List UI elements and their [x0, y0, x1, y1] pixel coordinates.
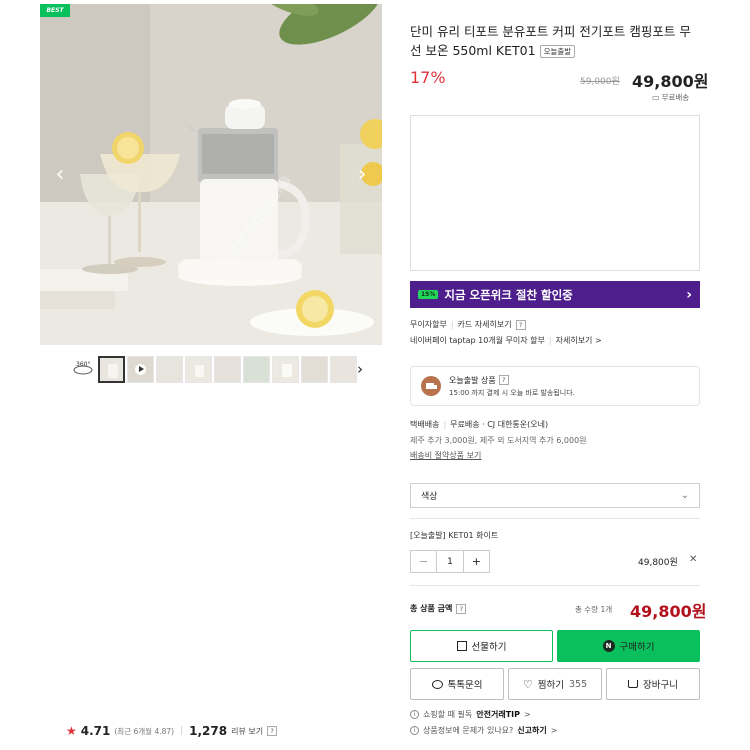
original-price: 59,000원 — [580, 77, 620, 87]
ad-placeholder — [410, 115, 700, 271]
option-item-price: 49,800원 — [638, 558, 678, 568]
report-line: i 상품정보에 문제가 있나요? 신고하기 > — [410, 725, 557, 736]
play-icon — [139, 365, 144, 372]
safe-trade-link[interactable]: 안전거래TIP — [476, 709, 520, 720]
promo-banner[interactable]: 15% 지금 오픈위크 절찬 할인중 › — [410, 281, 700, 308]
total-price: 49,800원 — [630, 602, 707, 621]
total-label: 총 상품 금액 — [410, 604, 453, 613]
thumbnail-item[interactable] — [272, 355, 299, 383]
prev-image-arrow-icon[interactable]: ‹ — [50, 164, 70, 186]
product-photo-illustration: kimcomnara — [40, 4, 382, 345]
wish-label: 찜하기 — [537, 680, 564, 691]
discount-rate: 17% — [410, 68, 446, 87]
heart-icon: ♡ — [522, 677, 533, 691]
thumbnail-item[interactable] — [214, 355, 241, 383]
shipping-extra: 제주 추가 3,000원, 제주 외 도서지역 추가 6,000원 — [410, 436, 587, 445]
thumbnail-next-arrow-icon[interactable]: › — [357, 360, 363, 378]
divider — [410, 518, 700, 519]
installment-label: 무이자할부 — [410, 320, 447, 329]
gift-button[interactable]: 선물하기 — [410, 630, 553, 662]
cart-label: 장바구니 — [643, 680, 678, 691]
thumbnail-item[interactable] — [185, 355, 212, 383]
report-link[interactable]: 신고하기 — [517, 725, 546, 736]
total-count: 총 수량 1개 — [575, 605, 613, 614]
card-detail-link[interactable]: 카드 자세히보기 — [458, 319, 512, 330]
thumbnail-item-video[interactable] — [127, 355, 154, 383]
wish-button[interactable]: ♡ 찜하기 355 — [508, 668, 602, 700]
review-count[interactable]: 1,278 — [189, 724, 227, 738]
quantity-plus-button[interactable]: + — [464, 551, 489, 572]
promo-chip: 15% — [418, 290, 439, 299]
safe-trade-line: i 쇼핑할 때 필독 안전거래TIP > — [410, 709, 531, 720]
installment-line: 무이자할부 | 카드 자세히보기 ? — [410, 319, 526, 330]
info-icon: i — [410, 710, 419, 719]
talk-inquiry-label: 톡톡문의 — [447, 680, 483, 691]
naverpay-detail-link[interactable]: 자세히보기 > — [556, 335, 602, 346]
today-delivery-box: 오늘출발 상품 ? 15:00 까지 결제 시 오늘 바로 발송됩니다. — [410, 366, 700, 406]
sale-price: 49,800원 — [632, 72, 709, 91]
gift-button-label: 선물하기 — [471, 642, 507, 653]
selected-option-name: [오늘출발] KET01 화이트 — [410, 531, 499, 540]
installment-help-icon[interactable]: ? — [515, 319, 526, 330]
option-placeholder: 색상 — [421, 492, 438, 502]
cart-button[interactable]: 장바구니 — [606, 668, 700, 700]
product-title: 단미 유리 티포트 분유포트 커피 전기포트 캠핑포트 무선 보온 550ml … — [410, 22, 700, 60]
chevron-right-icon: › — [686, 286, 692, 303]
view-360-button[interactable]: 360° — [72, 361, 94, 377]
quantity-minus-button[interactable]: − — [411, 551, 436, 572]
info-icon: i — [410, 726, 419, 735]
review-help-icon[interactable]: ? — [267, 726, 278, 736]
star-icon: ★ — [66, 724, 77, 738]
rating-recent: (최근 6개월 4.87) — [114, 726, 175, 736]
cart-icon — [628, 680, 639, 688]
next-image-arrow-icon[interactable]: › — [352, 164, 372, 186]
chat-bubble-icon — [431, 679, 443, 689]
buy-button-label: 구매하기 — [619, 642, 655, 653]
naverpay-label: 네이버페이 taptap 10개월 무이자 할부 — [410, 336, 545, 345]
rating-summary: ★ 4.71 (최근 6개월 4.87) | 1,278 리뷰 보기 ? — [66, 722, 278, 740]
view-360-label: 360° — [76, 361, 91, 368]
safe-trade-text: 쇼핑할 때 필독 — [423, 710, 473, 719]
delivery-help-icon[interactable]: ? — [498, 375, 509, 385]
talk-inquiry-button[interactable]: 톡톡문의 — [410, 668, 504, 700]
gift-icon — [456, 641, 467, 651]
thumbnail-item[interactable] — [330, 355, 357, 383]
delivery-truck-icon — [421, 376, 441, 396]
review-link[interactable]: 리뷰 보기 — [231, 726, 263, 737]
thumbnail-item[interactable] — [98, 355, 125, 383]
promo-text: 지금 오픈위크 절찬 할인중 — [444, 287, 573, 302]
chevron-down-icon: ⌄ — [680, 490, 689, 501]
shipping-detail: 무료배송 · CJ 대한통운(오네) — [450, 420, 549, 429]
truck-icon: ▭ — [652, 93, 660, 102]
delivery-desc: 15:00 까지 결제 시 오늘 바로 발송됩니다. — [449, 388, 575, 397]
total-help-icon[interactable]: ? — [456, 603, 467, 614]
main-product-image[interactable]: kimcomnara BEST ‹ › — [40, 4, 382, 345]
rating-score: 4.71 — [80, 724, 111, 738]
thumbnail-item[interactable] — [301, 355, 328, 383]
shipping-type: 택배배송 — [410, 420, 440, 429]
delivery-title: 오늘출발 상품 — [449, 375, 496, 385]
safe-trade-arrow-icon: > — [524, 710, 531, 719]
today-ship-tag: 오늘출발 — [539, 45, 576, 58]
bundle-shipping-link[interactable]: 배송비 절약상품 보기 — [410, 450, 481, 461]
total-label-row: 총 상품 금액 ? — [410, 603, 467, 614]
remove-option-icon[interactable]: ✕ — [689, 554, 697, 565]
thumbnail-item[interactable] — [156, 355, 183, 383]
naver-n-icon: N — [602, 640, 615, 652]
quantity-stepper: − 1 + — [410, 550, 490, 573]
shipping-line: 택배배송 | 무료배송 · CJ 대한통운(오네) — [410, 420, 549, 429]
report-arrow-icon: > — [550, 726, 558, 735]
buy-button[interactable]: N 구매하기 — [557, 630, 700, 662]
report-text: 상품정보에 문제가 있나요? — [423, 726, 514, 735]
best-badge: BEST — [40, 4, 70, 17]
wish-count: 355 — [568, 678, 588, 690]
divider — [410, 585, 700, 586]
quantity-input[interactable]: 1 — [436, 551, 464, 572]
color-option-select[interactable]: 색상 ⌄ — [410, 483, 700, 508]
free-shipping: ▭ 무료배송 — [652, 92, 689, 103]
thumbnail-item[interactable] — [243, 355, 270, 383]
free-shipping-label: 무료배송 — [661, 93, 690, 102]
naverpay-line: 네이버페이 taptap 10개월 무이자 할부 | 자세히보기 > — [410, 335, 602, 346]
